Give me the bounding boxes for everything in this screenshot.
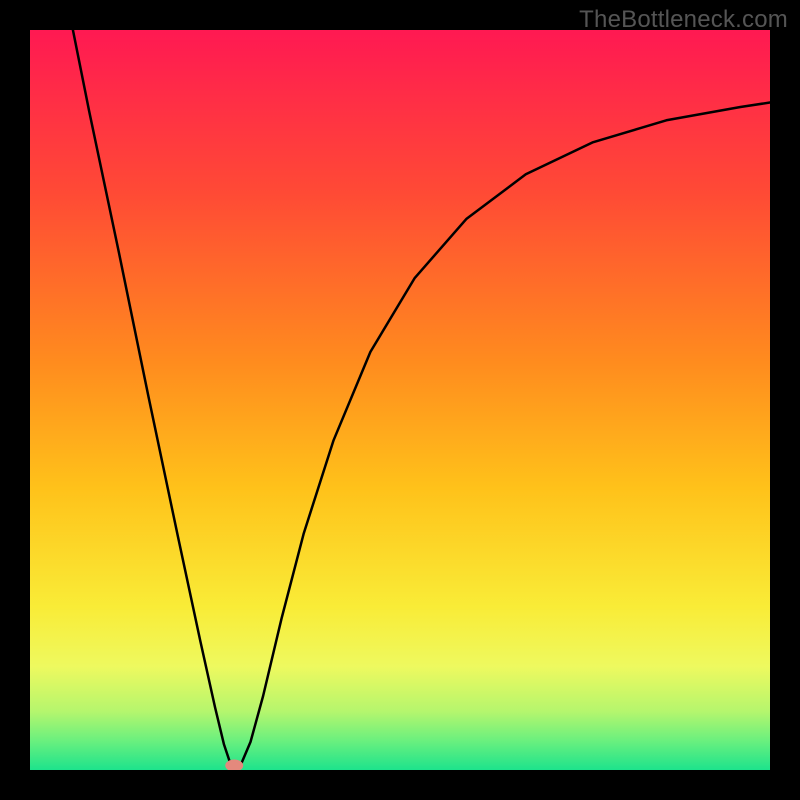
minimum-marker xyxy=(225,760,243,772)
gradient-background xyxy=(30,30,770,770)
chart-container: TheBottleneck.com xyxy=(0,0,800,800)
bottleneck-chart xyxy=(0,0,800,800)
watermark-text: TheBottleneck.com xyxy=(579,6,788,34)
